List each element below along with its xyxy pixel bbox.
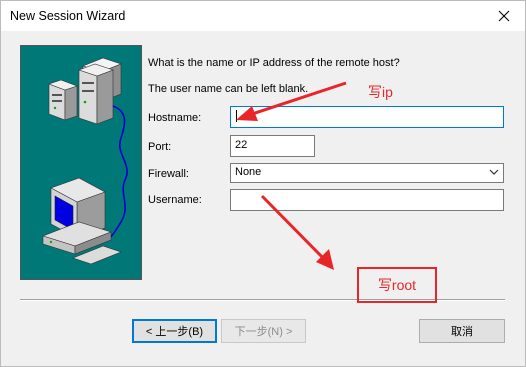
close-icon xyxy=(498,10,510,22)
back-button[interactable]: < 上一步(B) xyxy=(132,319,217,343)
close-button[interactable] xyxy=(489,6,519,26)
username-input[interactable] xyxy=(230,189,504,211)
prompt-question: What is the name or IP address of the re… xyxy=(148,57,400,69)
port-input[interactable]: 22 xyxy=(230,135,315,157)
username-label: Username: xyxy=(148,194,202,206)
firewall-selected-value: None xyxy=(235,166,262,178)
text-caret xyxy=(236,110,237,122)
title-bar: New Session Wizard xyxy=(1,1,525,31)
next-button[interactable]: 下一步(N) > xyxy=(221,319,306,343)
hostname-annotation: 写ip xyxy=(368,84,393,100)
hostname-label: Hostname: xyxy=(148,112,202,124)
prompt-note: The user name can be left blank. xyxy=(148,83,309,95)
wizard-window: New Session Wizard What is the name or I… xyxy=(0,0,526,367)
username-annotation: 写root xyxy=(357,267,437,303)
firewall-select[interactable]: None xyxy=(230,163,504,183)
window-title: New Session Wizard xyxy=(10,9,126,23)
wizard-illustration xyxy=(20,45,142,280)
computer-icon xyxy=(42,177,122,265)
cancel-button[interactable]: 取消 xyxy=(419,319,505,343)
firewall-label: Firewall: xyxy=(148,168,189,180)
port-label: Port: xyxy=(148,141,172,153)
hostname-input[interactable] xyxy=(230,106,504,128)
dropdown-arrow-icon xyxy=(489,169,499,175)
server-icon xyxy=(48,57,122,125)
